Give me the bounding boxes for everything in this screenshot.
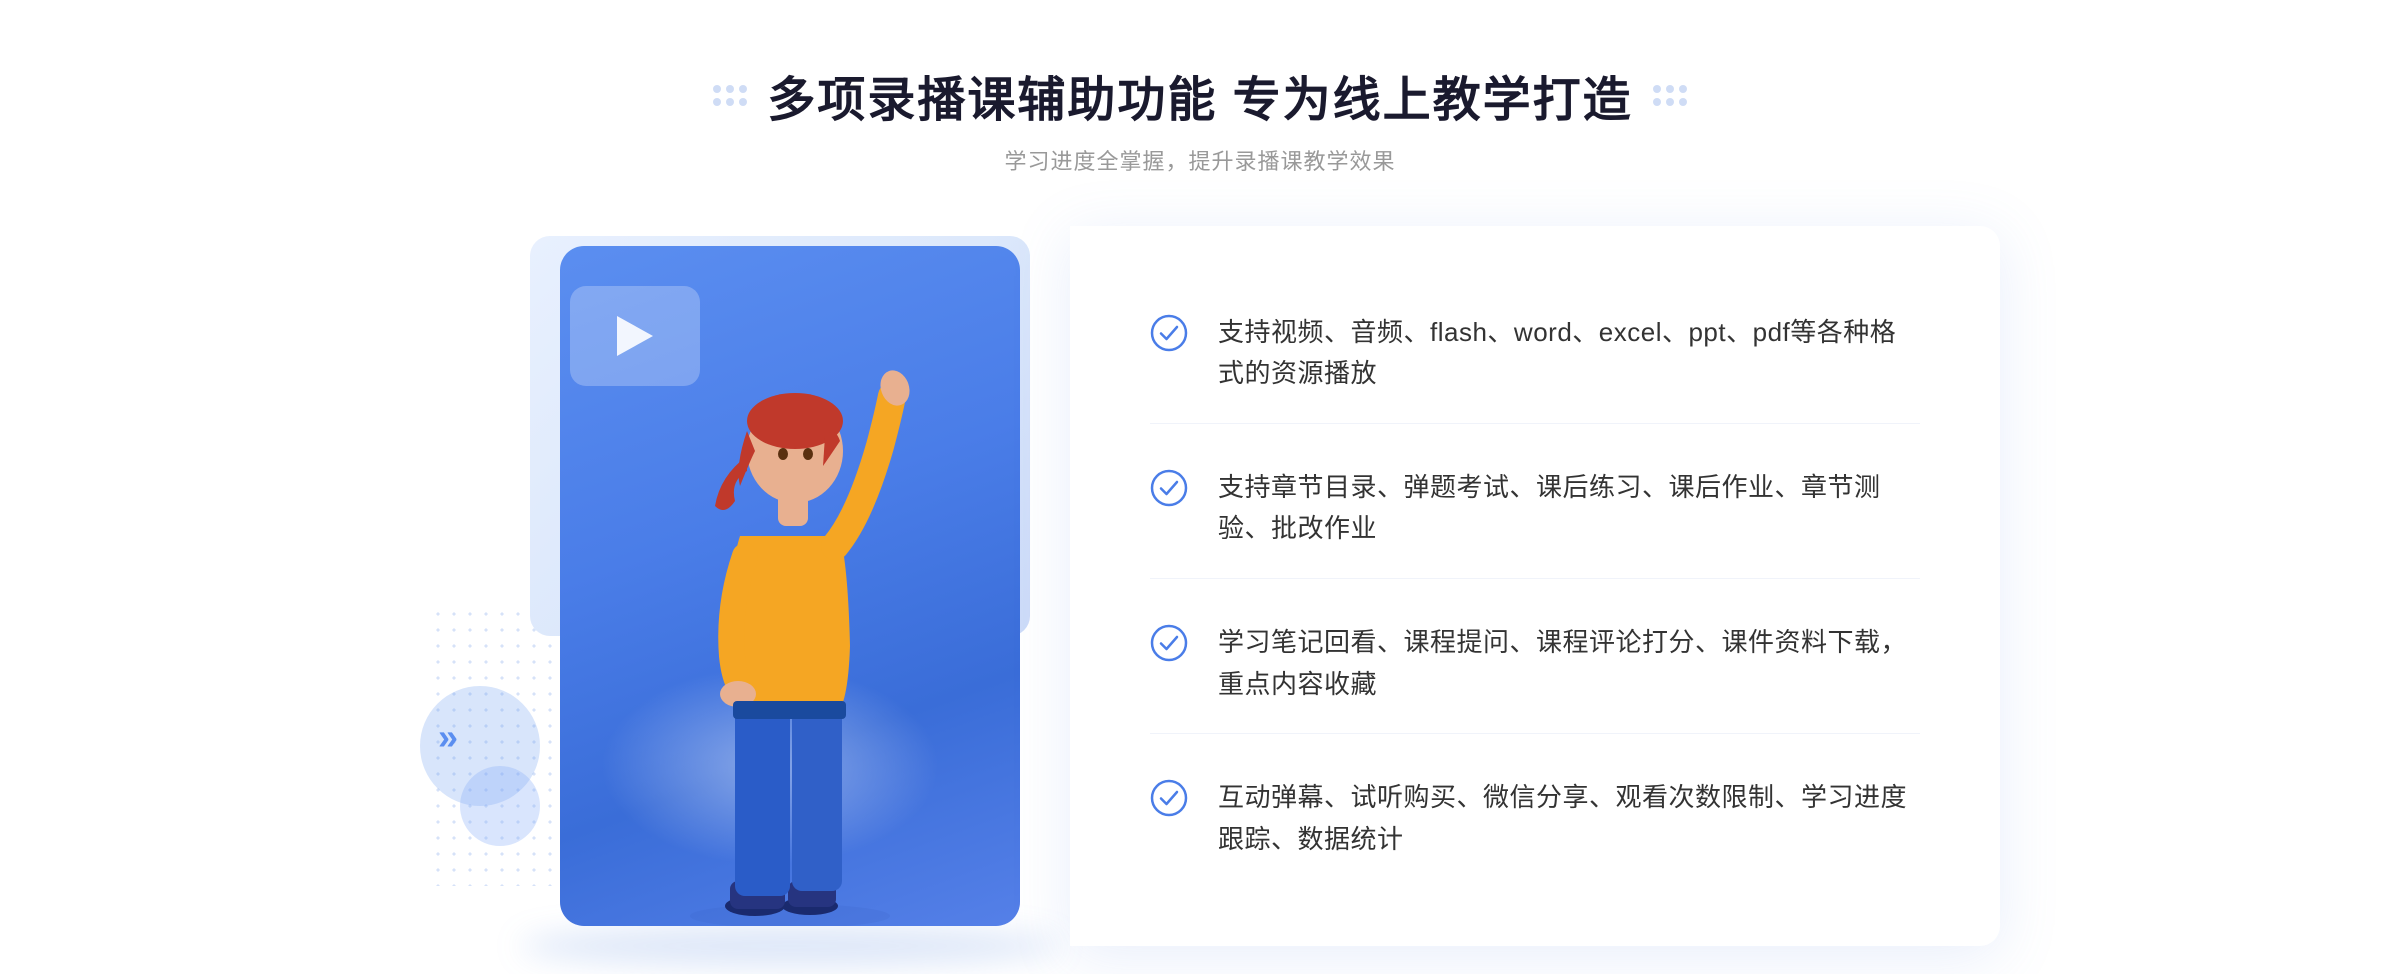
title-row: 多项录播课辅助功能 专为线上教学打造 xyxy=(713,60,1686,130)
deco-circle-2 xyxy=(460,766,540,846)
page-title: 多项录播课辅助功能 专为线上教学打造 xyxy=(767,60,1632,130)
feature-text-2: 支持章节目录、弹题考试、课后练习、课后作业、章节测验、批改作业 xyxy=(1218,467,1920,550)
check-icon-2 xyxy=(1150,469,1188,507)
page-wrapper: 多项录播课辅助功能 专为线上教学打造 学习进度全掌握，提升录播课教学效果 xyxy=(0,0,2400,946)
check-icon-4 xyxy=(1150,779,1188,817)
feature-text-1: 支持视频、音频、flash、word、excel、ppt、pdf等各种格式的资源… xyxy=(1218,312,1920,395)
deco-dots-left xyxy=(713,85,747,106)
content-area: » xyxy=(400,226,2000,946)
feature-item-3: 学习笔记回看、课程提问、课程评论打分、课件资料下载，重点内容收藏 xyxy=(1150,594,1920,734)
check-icon-1 xyxy=(1150,314,1188,352)
illustration-panel: » xyxy=(400,226,1080,946)
feature-text-4: 互动弹幕、试听购买、微信分享、观看次数限制、学习进度跟踪、数据统计 xyxy=(1218,777,1920,860)
deco-dots-right xyxy=(1653,85,1687,106)
check-icon-3 xyxy=(1150,624,1188,662)
feature-item-2: 支持章节目录、弹题考试、课后练习、课后作业、章节测验、批改作业 xyxy=(1150,439,1920,579)
feature-item-4: 互动弹幕、试听购买、微信分享、观看次数限制、学习进度跟踪、数据统计 xyxy=(1150,749,1920,888)
panel-shadow xyxy=(520,926,1060,966)
header-section: 多项录播课辅助功能 专为线上教学打造 学习进度全掌握，提升录播课教学效果 xyxy=(713,60,1686,176)
person-figure xyxy=(640,306,940,926)
page-subtitle: 学习进度全掌握，提升录播课教学效果 xyxy=(1004,144,1395,176)
feature-item-1: 支持视频、音频、flash、word、excel、ppt、pdf等各种格式的资源… xyxy=(1150,284,1920,424)
features-panel: 支持视频、音频、flash、word、excel、ppt、pdf等各种格式的资源… xyxy=(1070,226,2000,946)
feature-text-3: 学习笔记回看、课程提问、课程评论打分、课件资料下载，重点内容收藏 xyxy=(1218,622,1920,705)
chevron-double-icon: » xyxy=(438,716,458,758)
